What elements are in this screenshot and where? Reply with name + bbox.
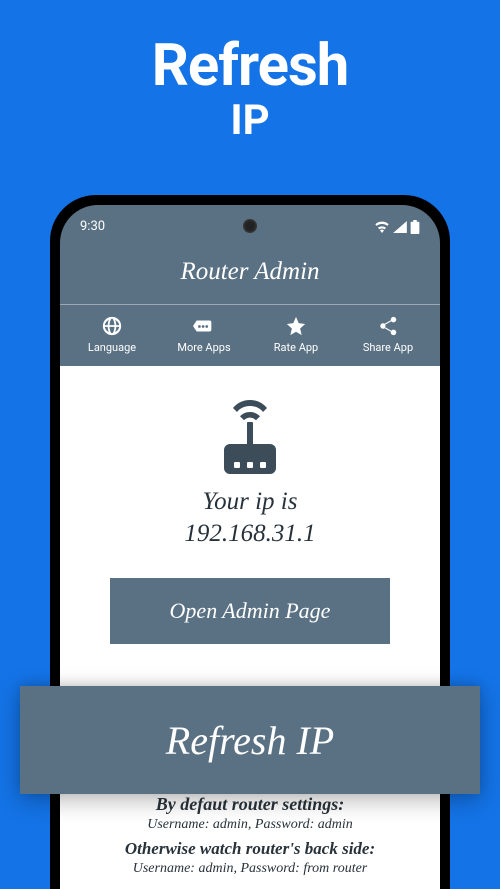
otherwise-creds: Username: admin, Password: from router [76, 861, 424, 877]
main-content: Your ip is 192.168.31.1 Open Admin Page … [60, 366, 440, 889]
router-icon [210, 400, 290, 478]
share-app-label: Share App [363, 341, 413, 354]
rate-app-button[interactable]: Rate App [250, 315, 342, 354]
globe-icon [101, 315, 123, 337]
toolbar: Language More Apps Rate App Share App [60, 305, 440, 366]
more-apps-icon [193, 315, 215, 337]
open-admin-button[interactable]: Open Admin Page [110, 578, 390, 644]
rate-app-label: Rate App [274, 341, 318, 354]
promo-subtitle: IP [0, 96, 500, 145]
app-header: Router Admin Language More Apps Rate App… [60, 242, 440, 366]
share-icon [377, 315, 399, 337]
star-icon [285, 315, 307, 337]
default-settings-creds: Username: admin, Password: admin [76, 817, 424, 833]
wifi-icon [374, 221, 390, 233]
otherwise-heading: Otherwise watch router's back side: [76, 839, 424, 859]
default-settings-block: By defaut router settings: Username: adm… [76, 794, 424, 877]
refresh-ip-label: Refresh IP [166, 717, 334, 764]
ip-value: 192.168.31.1 [76, 520, 424, 548]
refresh-ip-button[interactable]: Refresh IP [20, 686, 480, 794]
camera-notch [243, 219, 257, 233]
status-time: 9:30 [80, 219, 105, 234]
battery-icon [410, 220, 420, 234]
promo-title: Refresh [0, 32, 500, 100]
language-label: Language [88, 341, 136, 354]
signal-icon [393, 221, 407, 233]
ip-label: Your ip is [76, 488, 424, 516]
share-app-button[interactable]: Share App [342, 315, 434, 354]
status-icons [374, 220, 420, 234]
more-apps-label: More Apps [177, 341, 230, 354]
app-title: Router Admin [60, 242, 440, 305]
language-button[interactable]: Language [66, 315, 158, 354]
more-apps-button[interactable]: More Apps [158, 315, 250, 354]
promo-banner: Refresh IP [0, 0, 500, 145]
default-settings-heading: By defaut router settings: [76, 794, 424, 815]
